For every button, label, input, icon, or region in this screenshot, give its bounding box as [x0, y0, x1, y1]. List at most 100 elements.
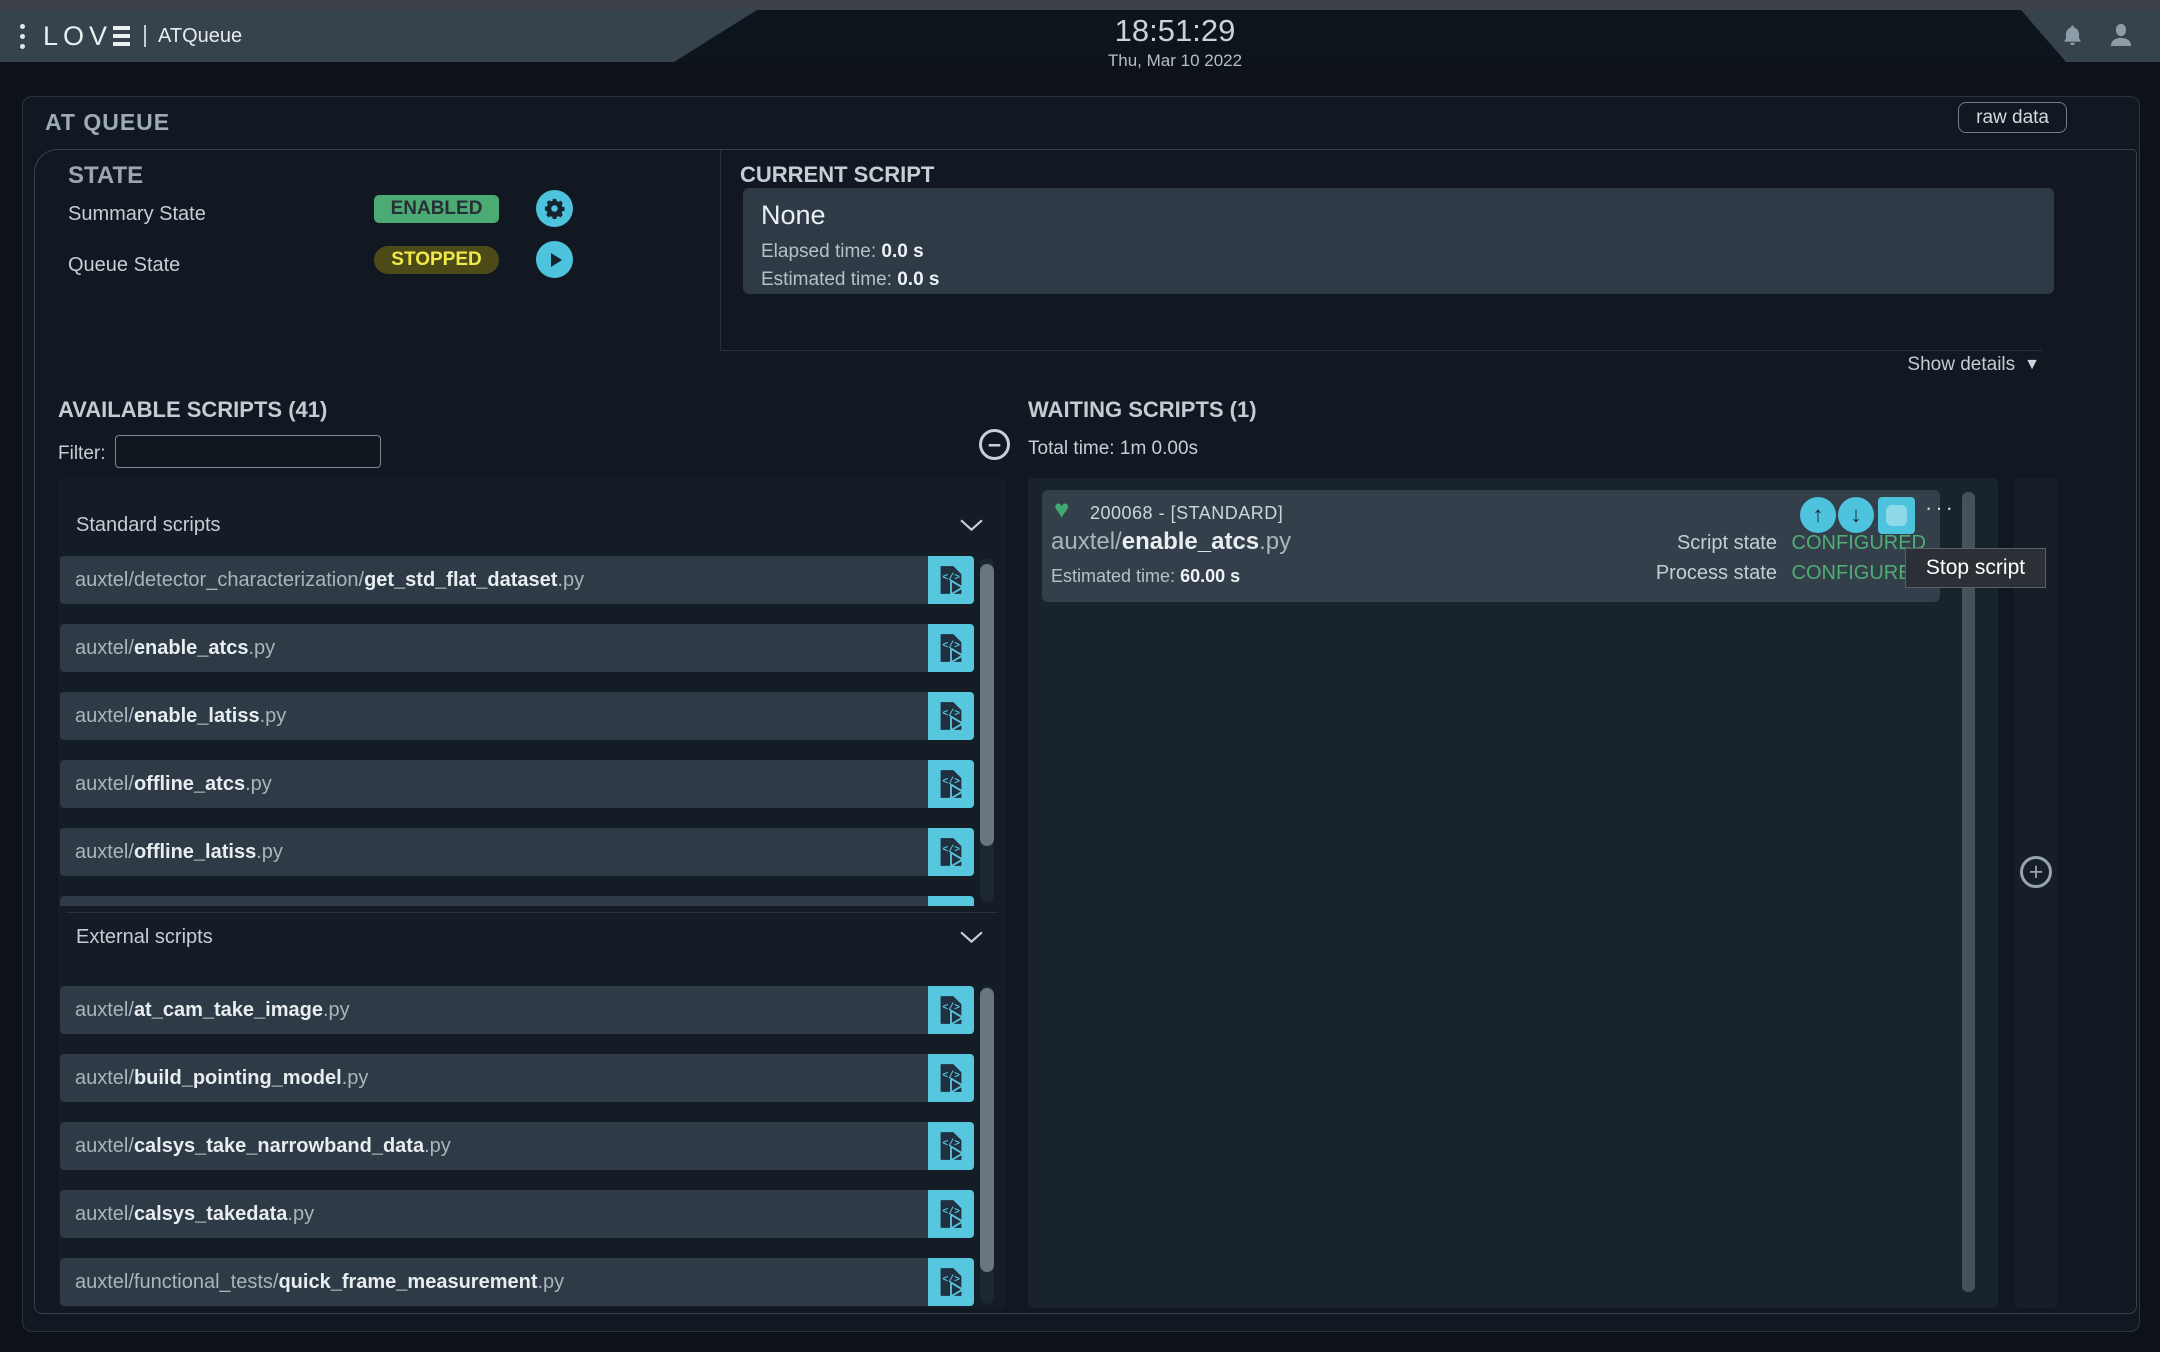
estimated-time-label: Estimated time:: [1051, 566, 1176, 586]
section-external-label: External scripts: [76, 926, 213, 948]
estimated-label: Estimated time:: [761, 269, 892, 290]
filter-input[interactable]: [115, 435, 381, 468]
section-standard-chevron-icon[interactable]: [959, 518, 984, 538]
script-id: 200068: [1090, 503, 1154, 523]
queue-side-rail: +: [2014, 478, 2058, 1308]
add-script-button[interactable]: </>: [928, 1122, 974, 1170]
script-row[interactable]: auxtel/build_pointing_model.py </>: [60, 1054, 974, 1102]
waiting-card-actions: ↑ ↓ ···: [1800, 495, 1956, 534]
up-arrow-icon: ↑: [1812, 502, 1824, 527]
waiting-list-scrollbar[interactable]: [1962, 492, 1975, 1292]
waiting-total-time: Total time: 1m 0.00s: [1028, 438, 1198, 460]
external-list-scrollbar[interactable]: [980, 986, 994, 1304]
stop-icon: [1886, 505, 1907, 526]
state-section-title: STATE: [68, 162, 144, 189]
script-row[interactable]: auxtel/calsys_take_narrowband_data.py </…: [60, 1122, 974, 1170]
user-account-icon[interactable]: [2106, 21, 2136, 51]
more-options-icon[interactable]: ···: [1925, 495, 1956, 521]
queue-state-label: Queue State: [68, 254, 181, 276]
total-time-label: Total time:: [1028, 438, 1115, 459]
script-row[interactable]: auxtel/enable_latiss.py </>: [60, 692, 974, 740]
love-logo-text: LOV: [43, 20, 113, 51]
scrollbar-thumb[interactable]: [980, 564, 994, 846]
add-script-button[interactable]: </>: [928, 760, 974, 808]
script-row[interactable]: auxtel/functional_tests/quick_frame_meas…: [60, 1258, 974, 1306]
add-to-queue-plus-icon[interactable]: +: [2020, 856, 2052, 888]
chevron-down-filled-icon: ▼: [2024, 356, 2040, 373]
script-state-label: Script state: [1676, 532, 1777, 554]
process-state-label: Process state: [1655, 562, 1777, 584]
clock-time: 18:51:29: [1114, 13, 1236, 48]
waiting-script-path: auxtel/enable_atcs.py: [1051, 528, 1292, 555]
waiting-script-card[interactable]: ♥ 200068 - [STANDARD] auxtel/enable_atcs…: [1042, 490, 1953, 602]
standard-list-scrollbar[interactable]: [980, 558, 994, 902]
collapse-minus-icon[interactable]: −: [979, 429, 1010, 460]
add-script-button[interactable]: [928, 896, 974, 906]
waiting-scripts-container: ♥ 200068 - [STANDARD] auxtel/enable_atcs…: [1028, 478, 1998, 1308]
current-script-title: CURRENT SCRIPT: [740, 162, 935, 187]
process-state-row: Process state CONFIGURED: [1656, 562, 1926, 585]
external-scripts-list: auxtel/at_cam_take_image.py </> auxtel/b…: [60, 986, 994, 1308]
add-script-button[interactable]: </>: [928, 556, 974, 604]
scrollbar-thumb[interactable]: [980, 988, 994, 1272]
script-state-row: Script state CONFIGURED: [1677, 532, 1926, 555]
launch-script-icon: </>: [938, 1131, 965, 1163]
add-script-button[interactable]: </>: [928, 986, 974, 1034]
clock-date: Thu, Mar 10 2022: [1107, 51, 1243, 70]
script-row[interactable]: auxtel/calsys_takedata.py </>: [60, 1190, 974, 1238]
move-script-down-button[interactable]: ↓: [1838, 497, 1874, 533]
add-script-button[interactable]: </>: [928, 1190, 974, 1238]
kebab-menu-icon[interactable]: [20, 23, 25, 49]
script-path: auxtel/calsys_takedata.py: [75, 1202, 315, 1225]
queue-state-badge: STOPPED: [374, 246, 499, 274]
show-details-toggle[interactable]: Show details ▼: [1907, 354, 2040, 376]
available-scripts-title: AVAILABLE SCRIPTS (41): [58, 397, 328, 422]
script-row[interactable]: auxtel/enable_atcs.py </>: [60, 624, 974, 672]
heartbeat-icon: ♥: [1054, 494, 1070, 524]
section-external-chevron-icon[interactable]: [959, 930, 984, 950]
add-script-button[interactable]: </>: [928, 692, 974, 740]
clock: 18:51:29 Thu, Mar 10 2022: [1040, 13, 1310, 71]
script-path: auxtel/enable_atcs.py: [75, 636, 276, 659]
launch-script-icon: </>: [938, 837, 965, 869]
down-arrow-icon: ↓: [1850, 502, 1862, 527]
launch-script-icon: </>: [938, 769, 965, 801]
details-divider: [720, 350, 2042, 351]
script-path: auxtel/enable_latiss.py: [75, 704, 287, 727]
waiting-script-estimated: Estimated time: 60.00 s: [1051, 566, 1240, 587]
summary-state-gear-button[interactable]: [536, 190, 573, 227]
elapsed-value: 0.0 s: [881, 241, 924, 262]
script-path: auxtel/calsys_take_narrowband_data.py: [75, 1134, 451, 1157]
love-logo-e-bars-icon: [113, 26, 131, 46]
script-row[interactable]: auxtel/offline_latiss.py </>: [60, 828, 974, 876]
script-row[interactable]: auxtel/detector_characterization/get_std…: [60, 556, 974, 604]
script-id-separator: -: [1158, 503, 1166, 523]
script-row-partial[interactable]: [60, 896, 974, 906]
queue-play-button[interactable]: [536, 241, 573, 278]
window-top-strip: [0, 0, 2160, 10]
script-path: auxtel/at_cam_take_image.py: [75, 998, 350, 1021]
app-name: ATQueue: [158, 24, 243, 47]
add-script-button[interactable]: </>: [928, 1054, 974, 1102]
add-script-button[interactable]: </>: [928, 1258, 974, 1306]
script-row[interactable]: auxtel/offline_atcs.py </>: [60, 760, 974, 808]
raw-data-button[interactable]: raw data: [1958, 102, 2067, 133]
standard-scripts-list: auxtel/detector_characterization/get_std…: [60, 556, 994, 906]
move-script-up-button[interactable]: ↑: [1800, 497, 1836, 533]
play-icon: [545, 250, 565, 270]
summary-state-badge: ENABLED: [374, 195, 499, 223]
add-script-button[interactable]: </>: [928, 624, 974, 672]
script-row[interactable]: auxtel/at_cam_take_image.py </>: [60, 986, 974, 1034]
add-script-button[interactable]: </>: [928, 828, 974, 876]
script-path: auxtel/detector_characterization/get_std…: [75, 568, 585, 591]
launch-script-icon: </>: [938, 1267, 965, 1299]
logo-separator: [144, 25, 147, 47]
notifications-bell-icon[interactable]: [2059, 23, 2086, 50]
estimated-value: 0.0 s: [897, 269, 940, 290]
sections-divider: [66, 912, 998, 913]
filter-label: Filter:: [58, 443, 106, 464]
stop-script-button[interactable]: [1878, 497, 1915, 534]
launch-script-icon: </>: [938, 995, 965, 1027]
love-logo: LOV: [43, 20, 131, 52]
launch-script-icon: </>: [938, 565, 965, 597]
